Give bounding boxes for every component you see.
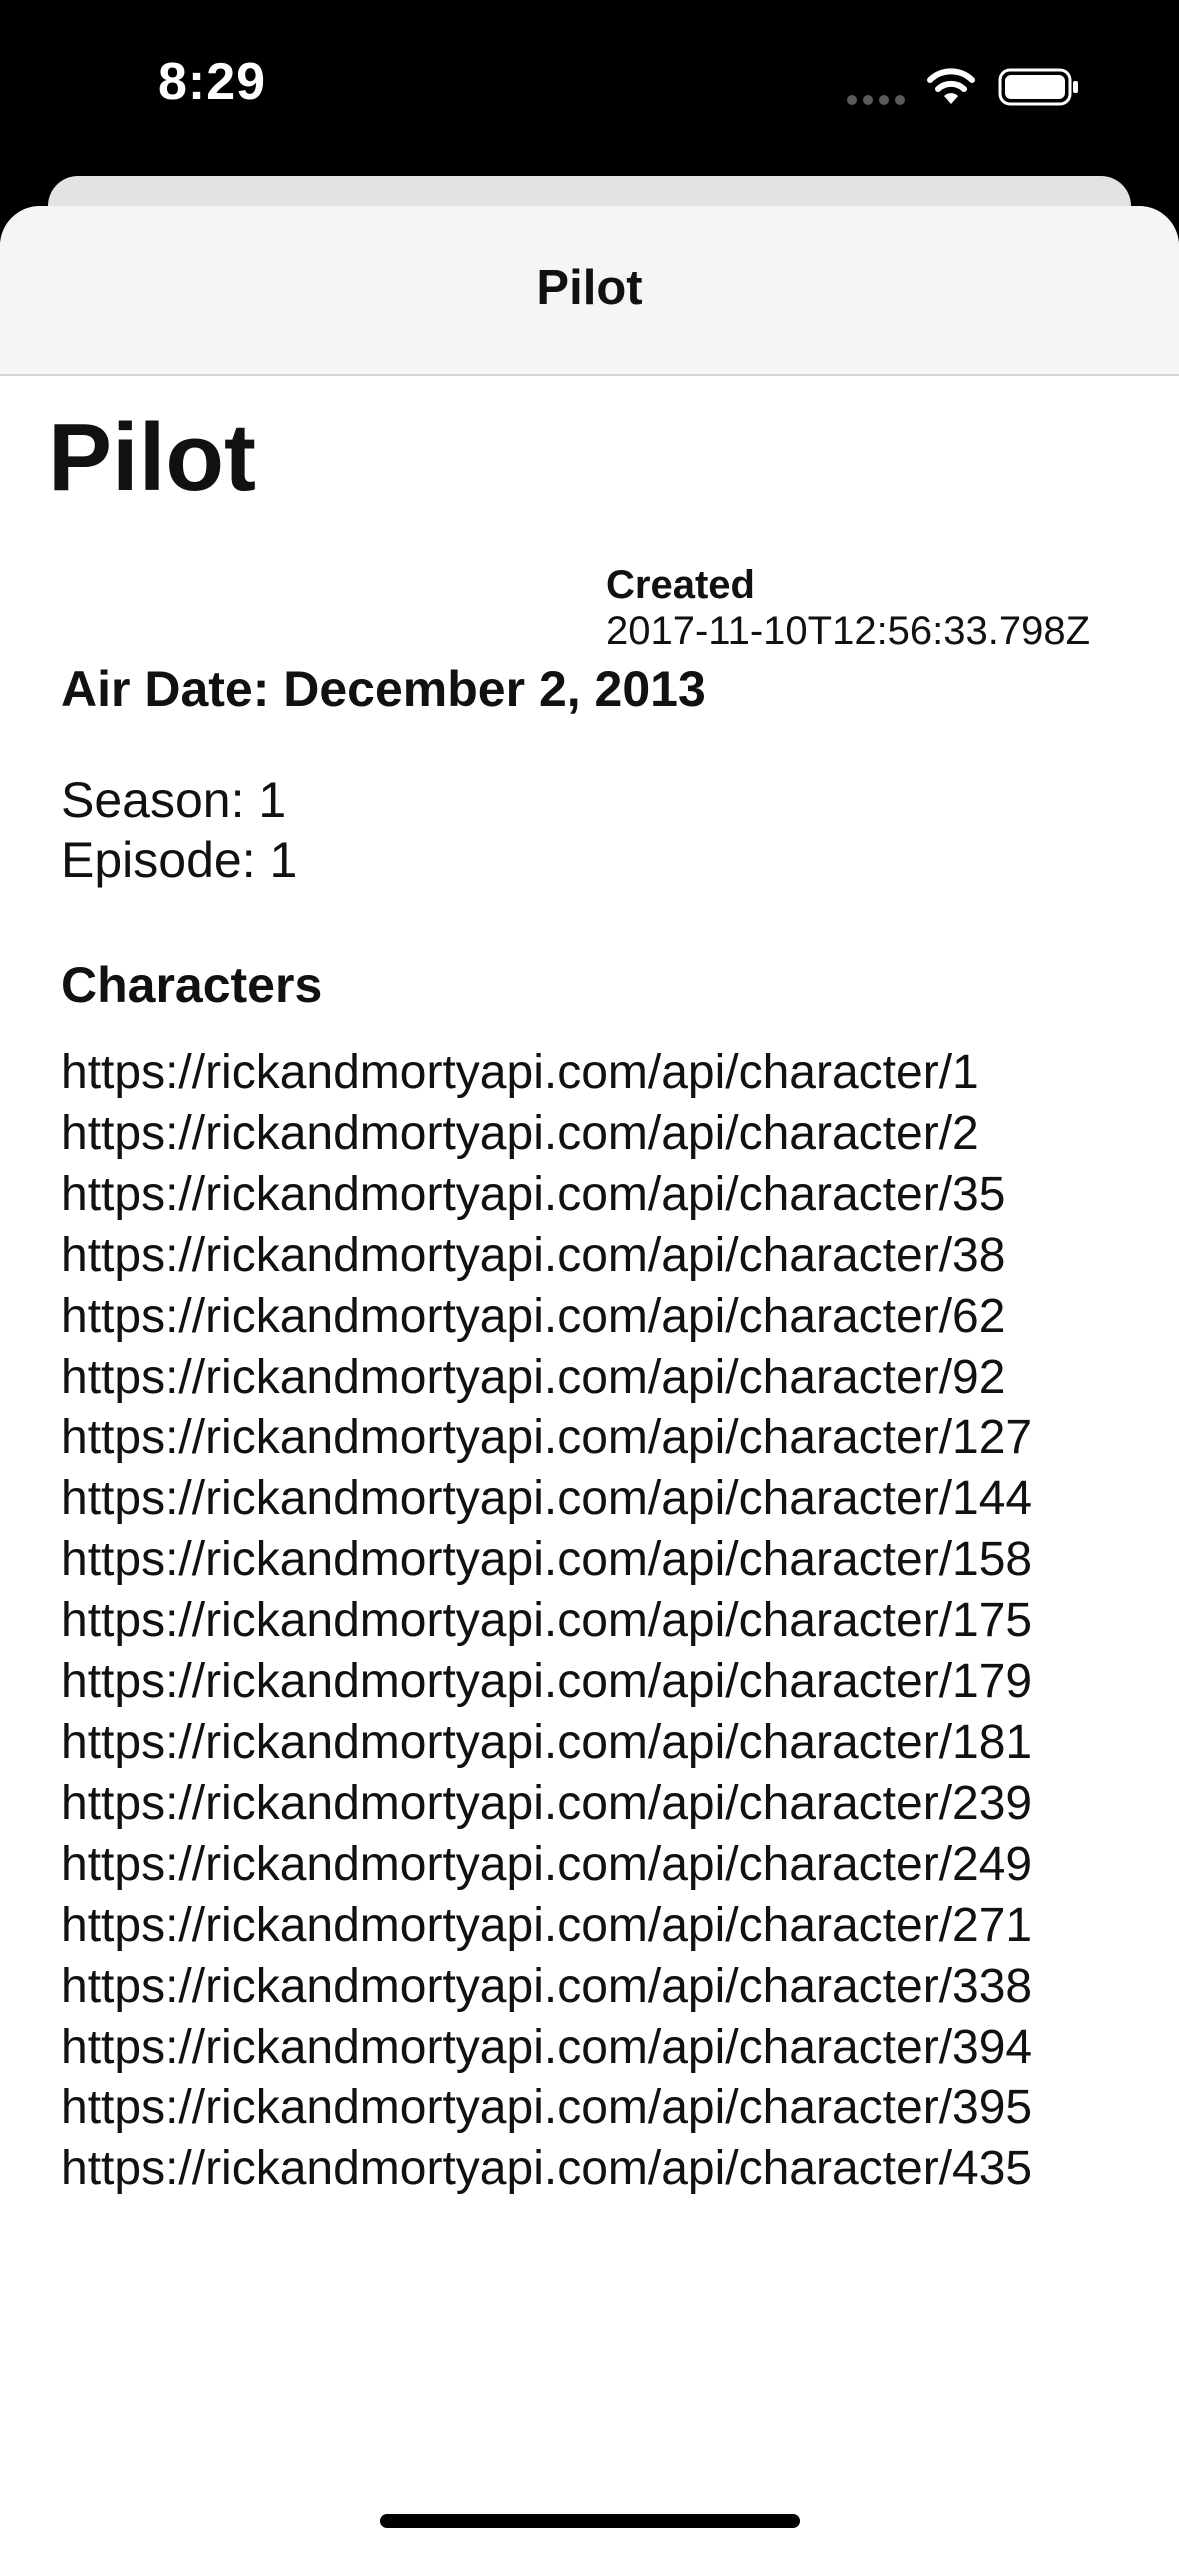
character-url: https://rickandmortyapi.com/api/characte… [61,1411,1033,1465]
created-info: Created 2017-11-10T12:56:33.798Z [606,562,1090,654]
episode-detail-sheet: Pilot Pilot Created 2017-11-10T12:56:33.… [0,206,1179,2556]
character-url: https://rickandmortyapi.com/api/characte… [61,1350,1006,1404]
character-url: https://rickandmortyapi.com/api/characte… [61,1106,979,1160]
character-url: https://rickandmortyapi.com/api/characte… [61,1228,1006,1282]
season-number: Season: 1 [61,772,287,828]
battery-icon [998,68,1078,106]
created-value: 2017-11-10T12:56:33.798Z [606,609,1091,653]
wifi-icon [927,68,975,104]
character-url: https://rickandmortyapi.com/api/characte… [61,1289,1006,1343]
episode-title: Pilot [48,404,256,511]
air-date: Air Date: December 2, 2013 [61,661,706,717]
navigation-bar: Pilot [0,206,1179,376]
character-url: https://rickandmortyapi.com/api/characte… [61,1533,1033,1587]
nav-title: Pilot [536,261,643,315]
home-indicator[interactable] [380,2514,800,2528]
character-url: https://rickandmortyapi.com/api/characte… [61,1046,979,1099]
character-url: https://rickandmortyapi.com/api/characte… [61,1959,1033,2013]
character-url: https://rickandmortyapi.com/api/characte… [61,1167,1006,1221]
characters-heading: Characters [61,957,323,1013]
status-bar: 8:29 [0,0,1179,180]
created-label: Created [606,563,755,607]
character-url: https://rickandmortyapi.com/api/characte… [61,1594,1033,1648]
cellular-signal-icon [847,95,905,105]
character-url: https://rickandmortyapi.com/api/characte… [61,1715,1033,1769]
character-url: https://rickandmortyapi.com/api/characte… [61,1472,1033,1526]
character-url: https://rickandmortyapi.com/api/characte… [61,1837,1033,1891]
character-url: https://rickandmortyapi.com/api/characte… [61,1898,1033,1952]
character-url: https://rickandmortyapi.com/api/characte… [61,1776,1033,1830]
characters-list: https://rickandmortyapi.com/api/characte… [61,1043,1032,2200]
character-url: https://rickandmortyapi.com/api/characte… [61,2142,1033,2196]
character-url: https://rickandmortyapi.com/api/characte… [61,1655,1033,1709]
status-time: 8:29 [158,53,267,111]
character-url: https://rickandmortyapi.com/api/characte… [61,2081,1033,2135]
episode-number: Episode: 1 [61,832,298,888]
character-url: https://rickandmortyapi.com/api/characte… [61,2020,1033,2074]
